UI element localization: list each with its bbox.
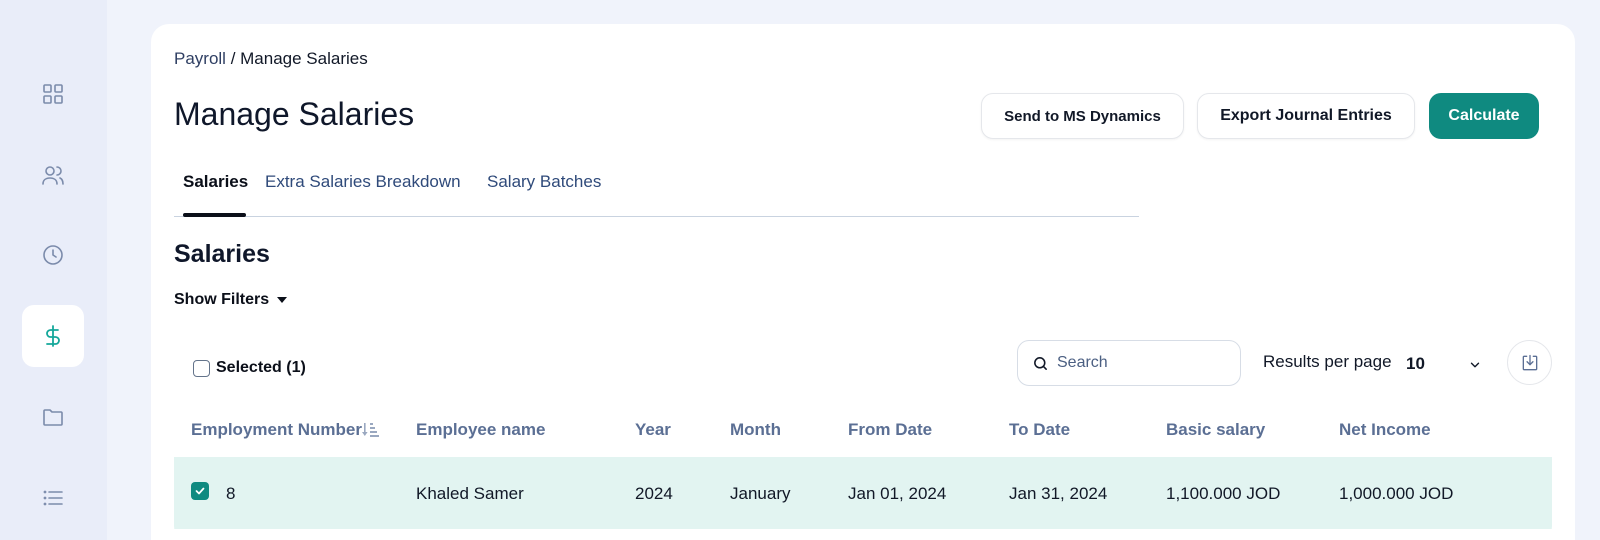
tab-extra-salaries-breakdown[interactable]: Extra Salaries Breakdown [265, 172, 461, 216]
sidebar-item-payroll[interactable] [22, 305, 84, 367]
calculate-button[interactable]: Calculate [1429, 93, 1539, 139]
export-journal-entries-button[interactable]: Export Journal Entries [1197, 93, 1415, 139]
select-all-checkbox[interactable] [193, 359, 210, 377]
search-input[interactable] [1057, 354, 1227, 372]
sidebar-item-employees[interactable] [22, 144, 84, 206]
column-header-month[interactable]: Month [730, 420, 781, 440]
selected-count: Selected (1) [216, 359, 306, 376]
sidebar-item-documents[interactable] [22, 386, 84, 448]
breadcrumb-payroll-link[interactable]: Payroll [174, 49, 226, 68]
list-icon [43, 490, 63, 506]
section-title: Salaries [174, 240, 270, 268]
users-icon [42, 166, 64, 185]
tab-bar: Salaries Extra Salaries Breakdown Salary… [174, 160, 1139, 217]
dashboard-grid-icon [43, 84, 63, 104]
sort-icon[interactable] [361, 422, 380, 438]
table-row[interactable]: 8 Khaled Samer 2024 January Jan 01, 2024… [174, 457, 1552, 529]
download-button[interactable] [1507, 340, 1552, 385]
sidebar-item-dashboard[interactable] [22, 63, 84, 125]
breadcrumb-separator: / [225, 49, 241, 68]
cell-net-income: 1,000.000 JOD [1339, 484, 1454, 503]
folder-icon [43, 409, 63, 426]
column-header-to-date[interactable]: To Date [1009, 420, 1070, 440]
sidebar [0, 0, 107, 540]
column-header-year[interactable]: Year [635, 420, 671, 440]
cell-year: 2024 [635, 484, 673, 503]
show-filters-toggle[interactable]: Show Filters [174, 291, 288, 309]
table-header: Employment Number Employee name Year Mon… [174, 402, 1552, 455]
download-icon [1522, 354, 1537, 370]
column-header-basic-salary[interactable]: Basic salary [1166, 420, 1265, 440]
cell-employment-number: 8 [226, 484, 236, 503]
clock-icon [43, 245, 63, 265]
show-filters-label: Show Filters [174, 291, 270, 308]
row-checkbox[interactable] [191, 482, 209, 500]
breadcrumb-current: Manage Salaries [240, 49, 368, 68]
tab-salary-batches[interactable]: Salary Batches [487, 172, 601, 216]
cell-employee-name: Khaled Samer [416, 484, 524, 503]
column-header-employee-name[interactable]: Employee name [416, 420, 545, 440]
column-header-net-income[interactable]: Net Income [1339, 420, 1431, 440]
results-per-page-label: Results per page [1263, 352, 1392, 371]
cell-month: January [730, 484, 791, 503]
checkmark-icon [195, 487, 205, 495]
caret-down-icon [277, 297, 288, 303]
column-header-employment-number[interactable]: Employment Number [191, 420, 380, 440]
cell-to-date: Jan 31, 2024 [1009, 484, 1108, 503]
results-per-page-select[interactable]: 10 [1406, 354, 1425, 374]
tab-salaries[interactable]: Salaries [183, 172, 248, 216]
active-tab-indicator [183, 213, 246, 217]
page-title: Manage Salaries [174, 96, 415, 132]
sidebar-item-attendance[interactable] [22, 224, 84, 286]
column-header-from-date[interactable]: From Date [848, 420, 932, 440]
search-box[interactable] [1017, 340, 1241, 386]
cell-basic-salary: 1,100.000 JOD [1166, 484, 1281, 503]
breadcrumb: Payroll / Manage Salaries [174, 49, 368, 69]
sidebar-item-list[interactable] [22, 467, 84, 529]
select-all-control[interactable]: Selected (1) [193, 359, 306, 377]
salaries-table: Employment Number Employee name Year Mon… [174, 402, 1552, 540]
dollar-icon [46, 325, 60, 347]
chevron-down-icon[interactable] [1468, 358, 1482, 372]
search-icon [1034, 356, 1047, 370]
cell-from-date: Jan 01, 2024 [848, 484, 947, 503]
send-to-ms-dynamics-button[interactable]: Send to MS Dynamics [981, 93, 1184, 139]
